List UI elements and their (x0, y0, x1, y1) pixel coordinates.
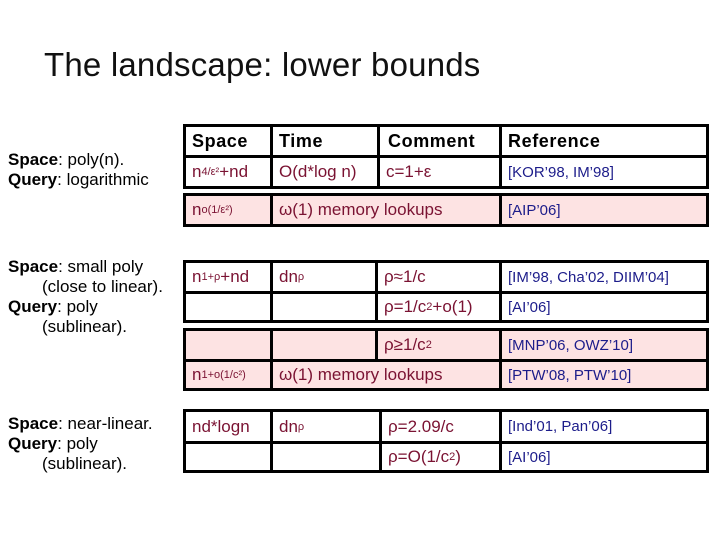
table-block-near-linear: nd*logn dn ρ ρ=2.09/c [Ind’01, Pan’06] ρ=… (183, 409, 709, 473)
cell-reference: [IM’98, Cha’02, DIIM’04] (508, 268, 669, 286)
header-comment: Comment (380, 127, 502, 155)
header-space: Space (186, 127, 273, 155)
cell-space-empty (186, 444, 273, 470)
table-header-row: Space Time Comment Reference (186, 127, 706, 158)
cell-time-comment: ω(1) memory lookups (273, 362, 502, 388)
table-block-header: Space Time Comment Reference n 4/ε² +nd O(… (183, 124, 709, 189)
space-key: Space (8, 150, 59, 169)
cell-comment: ρ≥1/c 2 (378, 331, 502, 359)
cell-time: O(d*log n) (273, 158, 380, 186)
table-row: n 1+ρ +nd dn ρ ρ≈1/c [IM’98, Cha’02, DIIM’0… (186, 263, 706, 294)
space-value: : small poly (58, 257, 144, 276)
cell-time-comment: ω(1) memory lookups (273, 196, 502, 224)
regime-label-3: Space: near-linear. Query: poly (subline… (8, 414, 153, 474)
cell-time-empty (273, 331, 378, 359)
cell-comment: c=1+ε (380, 158, 502, 186)
table-row: ρ=O(1/c 2) [AI’06] (186, 444, 706, 470)
cell-reference: [AIP’06] (508, 201, 561, 219)
table-row: n o(1/ε²) ω(1) memory lookups [AIP’06] (186, 196, 706, 224)
cell-space: n 1+o(1/c²) (186, 362, 273, 388)
table-row: ρ=1/c 2 +o(1) [AI’06] (186, 294, 706, 320)
query-value: : poly (57, 434, 98, 453)
regime-label-1: Space: poly(n). Query: logarithmic (8, 150, 149, 190)
cell-time: dn ρ (273, 412, 382, 441)
cell-comment: ρ=2.09/c (382, 412, 502, 441)
slide-title: The landscape: lower bounds (44, 46, 481, 83)
cell-space: nd*logn (186, 412, 273, 441)
query-value: : poly (57, 297, 98, 316)
cell-comment: ρ≈1/c (378, 263, 502, 291)
table-row: nd*logn dn ρ ρ=2.09/c [Ind’01, Pan’06] (186, 412, 706, 444)
query-key: Query (8, 170, 58, 189)
space-key: Space (8, 257, 59, 276)
cell-time-empty (273, 444, 382, 470)
cell-space: n o(1/ε²) (186, 196, 273, 224)
table-block-small-poly: n 1+ρ +nd dn ρ ρ≈1/c [IM’98, Cha’02, DIIM’0… (183, 260, 709, 323)
query-continuation: (sublinear). (42, 317, 128, 336)
space-continuation: (close to linear). (42, 277, 163, 296)
cell-time: dn ρ (273, 263, 378, 291)
space-key: Space (8, 414, 59, 433)
query-continuation: (sublinear). (42, 454, 128, 473)
table-block-pink-2: ρ≥1/c 2 [MNP’06, OWZ’10] n 1+o(1/c²) ω(1) … (183, 328, 709, 391)
table-row: n 1+o(1/c²) ω(1) memory lookups [PTW’08, … (186, 362, 706, 388)
query-key: Query (8, 297, 58, 316)
cell-comment: ρ=O(1/c 2) (382, 444, 502, 470)
table-block-pink-1: n o(1/ε²) ω(1) memory lookups [AIP’06] (183, 193, 709, 227)
cell-reference: [MNP’06, OWZ’10] (508, 336, 634, 354)
space-value: : poly(n). (58, 150, 125, 169)
cell-comment: ρ=1/c 2 +o(1) (378, 294, 502, 320)
header-reference: Reference (508, 130, 601, 151)
cell-space-empty (186, 294, 273, 320)
table-row: n 4/ε² +nd O(d*log n) c=1+ε [KOR’98, IM’98… (186, 158, 706, 186)
space-value: : near-linear. (58, 414, 153, 433)
cell-space-empty (186, 331, 273, 359)
cell-reference: [Ind’01, Pan’06] (508, 418, 613, 435)
regime-label-2: Space: small poly (close to linear). Que… (8, 257, 163, 337)
cell-reference: [AI’06] (508, 298, 551, 316)
table-row: ρ≥1/c 2 [MNP’06, OWZ’10] (186, 331, 706, 362)
cell-reference: [KOR’98, IM’98] (508, 163, 614, 181)
query-key: Query (8, 434, 58, 453)
cell-space: n 1+ρ +nd (186, 263, 273, 291)
query-value: : logarithmic (57, 170, 149, 189)
cell-space: n 4/ε² +nd (186, 158, 273, 186)
cell-time-empty (273, 294, 378, 320)
cell-reference: [PTW’08, PTW’10] (508, 366, 632, 384)
cell-reference: [AI’06] (508, 448, 551, 466)
header-time: Time (273, 127, 380, 155)
